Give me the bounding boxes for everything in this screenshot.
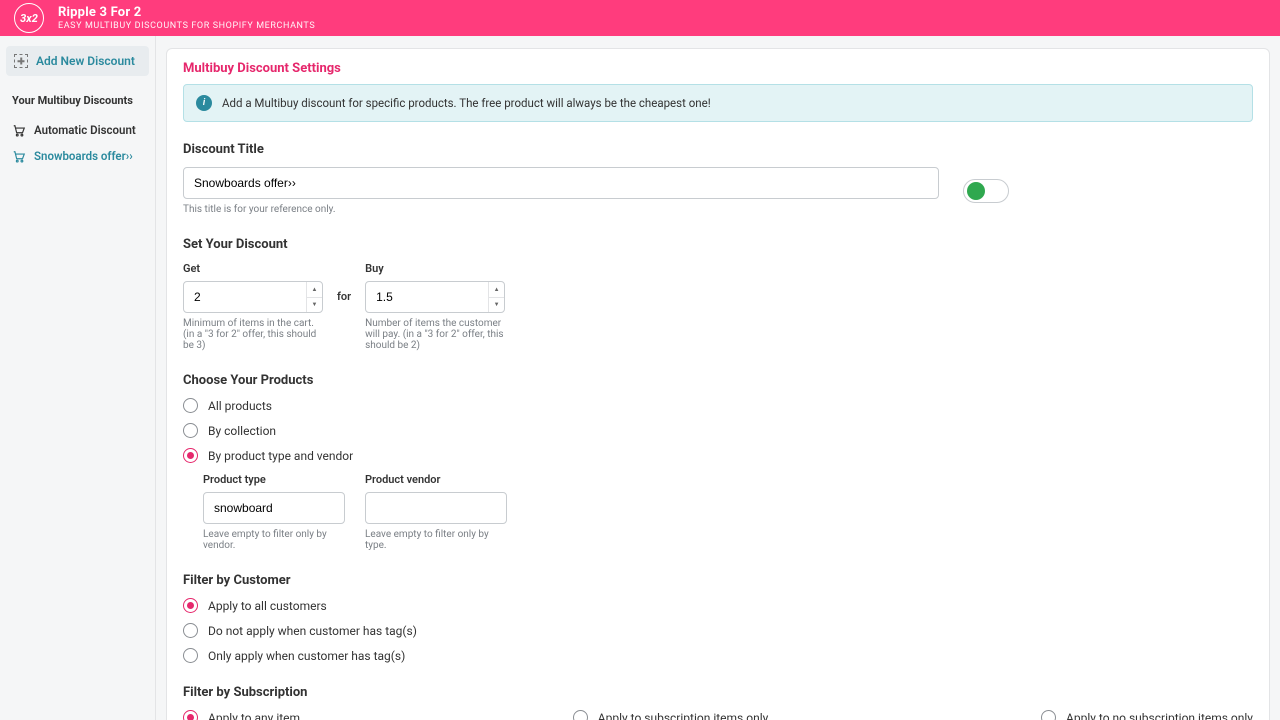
set-discount-label: Set Your Discount (183, 237, 1253, 252)
sidebar: Add New Discount Your Multibuy Discounts… (0, 36, 156, 720)
app-header: 3x2 Ripple 3 For 2 EASY MULTIBUY DISCOUN… (0, 0, 1280, 36)
product-vendor-input[interactable] (365, 492, 507, 524)
radio-label: All products (208, 399, 272, 413)
radio-icon (183, 710, 198, 720)
radio-icon (183, 448, 198, 463)
product-vendor-label: Product vendor (365, 473, 507, 486)
settings-card: Multibuy Discount Settings i Add a Multi… (166, 48, 1270, 720)
radio-icon (573, 710, 588, 720)
app-title: Ripple 3 For 2 (58, 5, 315, 20)
subscription-option-only[interactable]: Apply to subscription items only (573, 710, 769, 720)
choose-products-label: Choose Your Products (183, 373, 1253, 388)
product-type-helper: Leave empty to filter only by vendor. (203, 529, 345, 551)
products-option-collection[interactable]: By collection (183, 423, 1253, 438)
get-helper: Minimum of items in the cart. (in a "3 f… (183, 318, 323, 351)
enable-toggle[interactable] (963, 179, 1009, 203)
page-title: Multibuy Discount Settings (167, 49, 1269, 84)
subscription-option-any[interactable]: Apply to any item (183, 710, 300, 720)
radio-icon (183, 598, 198, 613)
add-new-discount-button[interactable]: Add New Discount (6, 46, 149, 76)
get-spinner[interactable]: ▲▼ (306, 282, 322, 312)
radio-label: Apply to subscription items only (598, 711, 769, 720)
radio-icon (183, 648, 198, 663)
customer-option-exclude-tag[interactable]: Do not apply when customer has tag(s) (183, 623, 1253, 638)
radio-label: Apply to any item (208, 711, 300, 720)
cart-icon (12, 124, 26, 136)
products-option-all[interactable]: All products (183, 398, 1253, 413)
info-banner: i Add a Multibuy discount for specific p… (183, 84, 1253, 122)
radio-label: Do not apply when customer has tag(s) (208, 624, 417, 638)
filter-customer-label: Filter by Customer (183, 573, 1253, 588)
info-icon: i (196, 95, 212, 111)
discount-title-label: Discount Title (183, 142, 1253, 157)
radio-icon (183, 423, 198, 438)
for-label: for (337, 262, 351, 303)
cart-icon (12, 150, 26, 162)
buy-spinner[interactable]: ▲▼ (488, 282, 504, 312)
sidebar-item-snowboards[interactable]: Snowboards offer›› (0, 143, 155, 169)
buy-label: Buy (365, 262, 505, 275)
sidebar-item-automatic[interactable]: Automatic Discount (0, 117, 155, 143)
filter-subscription-label: Filter by Subscription (183, 685, 1253, 700)
discount-title-helper: This title is for your reference only. (183, 204, 939, 215)
product-type-input[interactable] (203, 492, 345, 524)
sidebar-item-label: Snowboards offer›› (34, 149, 133, 163)
buy-helper: Number of items the customer will pay. (… (365, 318, 505, 351)
radio-label: Apply to no subscription items only (1066, 711, 1253, 720)
app-logo: 3x2 (14, 3, 44, 33)
sidebar-section-label: Your Multibuy Discounts (0, 94, 155, 107)
radio-icon (1041, 710, 1056, 720)
header-text: Ripple 3 For 2 EASY MULTIBUY DISCOUNTS F… (58, 5, 315, 31)
radio-icon (183, 623, 198, 638)
buy-input[interactable] (365, 281, 505, 313)
products-option-type-vendor[interactable]: By product type and vendor (183, 448, 1253, 463)
subscription-option-none[interactable]: Apply to no subscription items only (1041, 710, 1253, 720)
sidebar-item-label: Automatic Discount (34, 123, 136, 137)
product-vendor-helper: Leave empty to filter only by type. (365, 529, 507, 551)
radio-label: Apply to all customers (208, 599, 327, 613)
radio-label: By product type and vendor (208, 449, 353, 463)
banner-text: Add a Multibuy discount for specific pro… (222, 96, 711, 110)
toggle-knob (967, 182, 985, 200)
get-label: Get (183, 262, 323, 275)
product-type-label: Product type (203, 473, 345, 486)
radio-icon (183, 398, 198, 413)
main-content: Multibuy Discount Settings i Add a Multi… (156, 36, 1280, 720)
radio-label: Only apply when customer has tag(s) (208, 649, 405, 663)
add-label: Add New Discount (36, 54, 135, 68)
add-icon (14, 54, 28, 68)
discount-title-input[interactable] (183, 167, 939, 199)
customer-option-only-tag[interactable]: Only apply when customer has tag(s) (183, 648, 1253, 663)
app-subtitle: EASY MULTIBUY DISCOUNTS FOR SHOPIFY MERC… (58, 21, 315, 31)
radio-label: By collection (208, 424, 276, 438)
customer-option-all[interactable]: Apply to all customers (183, 598, 1253, 613)
get-input[interactable] (183, 281, 323, 313)
